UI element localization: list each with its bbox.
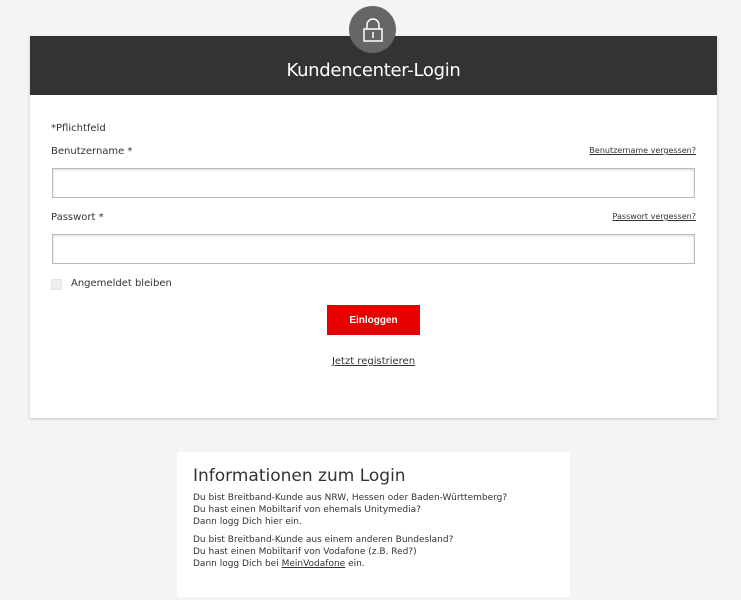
info-line: Du bist Breitband-Kunde aus NRW, Hessen …	[193, 493, 508, 503]
page-title: Kundencenter-Login	[286, 60, 461, 81]
info-paragraph-2: Du bist Breitband-Kunde aus einem andere…	[193, 534, 554, 570]
username-label: Benutzername *	[51, 146, 133, 157]
info-paragraph-1: Du bist Breitband-Kunde aus NRW, Hessen …	[193, 492, 554, 528]
info-title: Informationen zum Login	[193, 466, 406, 486]
login-card: Kundencenter-Login *Pflichtfeld Benutzer…	[30, 36, 717, 418]
login-info-box: Informationen zum Login Du bist Breitban…	[177, 452, 570, 597]
info-line: Dann logg Dich bei	[193, 559, 282, 569]
info-line: Du hast einen Mobiltarif von ehemals Uni…	[193, 505, 421, 515]
password-label: Passwort *	[51, 212, 104, 223]
register-link[interactable]: Jetzt registrieren	[30, 356, 717, 367]
lock-icon	[349, 6, 396, 53]
forgot-username-link[interactable]: Benutzername vergessen?	[589, 146, 696, 155]
required-note: *Pflichtfeld	[51, 123, 106, 134]
meinvodafone-link[interactable]: MeinVodafone	[282, 559, 346, 569]
info-line: Du bist Breitband-Kunde aus einem andere…	[193, 535, 454, 545]
password-input[interactable]	[52, 234, 695, 264]
login-button[interactable]: Einloggen	[327, 305, 420, 335]
forgot-password-link[interactable]: Passwort vergessen?	[613, 212, 697, 221]
username-input[interactable]	[52, 168, 695, 198]
remember-label: Angemeldet bleiben	[71, 278, 172, 289]
info-line: ein.	[345, 559, 365, 569]
info-line: Du hast einen Mobiltarif von Vodafone (z…	[193, 547, 417, 557]
remember-checkbox[interactable]	[51, 279, 62, 290]
info-line: Dann logg Dich hier ein.	[193, 517, 302, 527]
